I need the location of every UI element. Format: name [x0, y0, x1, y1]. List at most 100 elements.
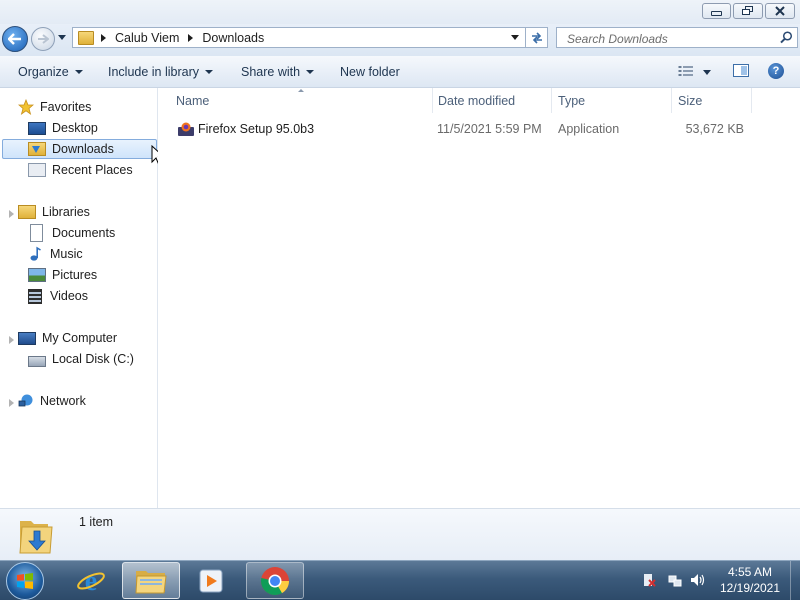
back-arrow-icon — [8, 33, 21, 45]
nav-network-label: Network — [40, 394, 86, 408]
navigation-pane: Favorites Desktop Downloads Recent Place… — [0, 88, 158, 508]
column-date-label: Date modified — [438, 93, 516, 108]
libraries-icon — [18, 205, 36, 219]
breadcrumb-separator-icon — [188, 33, 194, 42]
chevron-down-icon — [205, 69, 214, 74]
taskbar-media-player[interactable] — [182, 562, 240, 599]
videos-icon — [28, 288, 42, 304]
address-row: Calub Viem Downloads — [0, 24, 800, 56]
nav-downloads[interactable]: Downloads — [2, 139, 157, 159]
details-pane: 1 item — [0, 508, 800, 560]
nav-libraries-label: Libraries — [42, 205, 90, 219]
column-header-size[interactable]: Size — [678, 88, 751, 113]
network-status-icon[interactable] — [668, 573, 682, 587]
column-divider[interactable] — [432, 88, 433, 113]
search-input[interactable] — [565, 30, 779, 47]
recent-pages-dropdown[interactable] — [58, 35, 66, 40]
nav-my-computer-label: My Computer — [42, 331, 118, 345]
nav-documents[interactable]: Documents — [28, 223, 152, 243]
column-divider[interactable] — [671, 88, 672, 113]
folder-icon — [78, 30, 94, 45]
nav-favorites[interactable]: Favorites — [18, 97, 148, 117]
nav-local-disk[interactable]: Local Disk (C:) — [28, 349, 152, 369]
nav-libraries[interactable]: Libraries — [18, 202, 148, 222]
file-list: Name Date modified Type Size Firefox Set… — [158, 88, 800, 508]
nav-documents-label: Documents — [52, 226, 116, 240]
close-button[interactable] — [765, 3, 795, 19]
nav-videos-label: Videos — [50, 289, 88, 303]
share-with-button[interactable]: Share with — [241, 56, 315, 87]
star-icon — [18, 99, 34, 115]
organize-button[interactable]: Organize — [18, 56, 83, 87]
column-type-label: Type — [558, 93, 586, 108]
chevron-down-icon — [74, 69, 83, 74]
refresh-button[interactable] — [526, 27, 548, 48]
restore-button[interactable] — [733, 3, 763, 19]
show-desktop-button[interactable] — [790, 561, 800, 600]
nav-recent-places[interactable]: Recent Places — [28, 160, 152, 180]
details-view-icon — [678, 66, 693, 76]
nav-desktop-label: Desktop — [52, 121, 98, 135]
breadcrumb-downloads[interactable]: Downloads — [202, 31, 264, 45]
taskbar: e 4:55 AM 12/19/2021 — [0, 560, 800, 600]
taskbar-internet-explorer[interactable]: e — [62, 562, 120, 599]
svg-text:e: e — [85, 566, 97, 596]
downloads-folder-icon — [18, 515, 56, 555]
restore-icon — [742, 6, 753, 15]
search-box[interactable] — [556, 27, 798, 48]
nav-network[interactable]: Network — [18, 391, 148, 411]
help-icon: ? — [772, 65, 780, 77]
nav-music-label: Music — [50, 247, 83, 261]
help-button[interactable]: ? — [768, 63, 784, 79]
nav-pictures[interactable]: Pictures — [28, 265, 152, 285]
column-header-date-modified[interactable]: Date modified — [438, 88, 551, 113]
start-button[interactable] — [6, 562, 44, 600]
clock-time: 4:55 AM — [727, 565, 773, 579]
chrome-icon — [260, 566, 289, 595]
nav-videos[interactable]: Videos — [28, 286, 152, 306]
computer-icon — [18, 331, 36, 345]
back-button[interactable] — [2, 26, 28, 52]
volume-icon[interactable] — [690, 573, 706, 587]
column-header-type[interactable]: Type — [558, 88, 671, 113]
new-folder-button[interactable]: New folder — [340, 56, 400, 87]
local-disk-icon — [28, 356, 46, 367]
expand-arrow-icon[interactable] — [9, 210, 14, 218]
expand-arrow-icon[interactable] — [9, 399, 14, 407]
command-bar: Organize Include in library Share with N… — [0, 56, 800, 88]
file-name: Firefox Setup 95.0b3 — [198, 122, 315, 136]
address-bar[interactable]: Calub Viem Downloads — [72, 27, 526, 48]
column-header-name[interactable]: Name — [176, 88, 432, 113]
minimize-button[interactable] — [702, 3, 731, 19]
breadcrumb-calub-viem[interactable]: Calub Viem — [115, 31, 179, 45]
view-options-button[interactable] — [678, 65, 694, 80]
file-size: 53,672 KB — [685, 122, 744, 136]
organize-label: Organize — [18, 64, 69, 79]
new-folder-label: New folder — [340, 64, 400, 79]
chevron-down-icon — [306, 69, 315, 74]
expand-arrow-icon[interactable] — [9, 336, 14, 344]
address-dropdown-icon[interactable] — [511, 35, 519, 40]
breadcrumb-separator-icon — [101, 33, 106, 42]
view-dropdown-icon[interactable] — [703, 70, 711, 75]
preview-pane-button[interactable] — [733, 64, 749, 77]
taskbar-chrome[interactable] — [246, 562, 304, 599]
nav-my-computer[interactable]: My Computer — [18, 328, 148, 348]
file-type: Application — [558, 122, 620, 136]
forward-button[interactable] — [31, 27, 55, 51]
column-divider[interactable] — [751, 88, 752, 113]
action-center-icon[interactable] — [642, 573, 656, 587]
nav-music[interactable]: Music — [28, 244, 152, 264]
taskbar-windows-explorer[interactable] — [122, 562, 180, 599]
preview-pane-icon — [741, 66, 747, 75]
include-in-library-button[interactable]: Include in library — [108, 56, 214, 87]
network-icon — [18, 394, 33, 407]
media-player-icon — [199, 569, 223, 592]
include-in-library-label: Include in library — [108, 64, 200, 79]
system-clock[interactable]: 4:55 AM 12/19/2021 — [716, 564, 784, 596]
nav-desktop[interactable]: Desktop — [28, 118, 152, 138]
music-icon — [30, 246, 41, 261]
column-divider[interactable] — [551, 88, 552, 113]
search-icon[interactable] — [780, 31, 793, 44]
table-row[interactable]: Firefox Setup 95.0b3 11/5/2021 5:59 PM A… — [172, 120, 752, 138]
